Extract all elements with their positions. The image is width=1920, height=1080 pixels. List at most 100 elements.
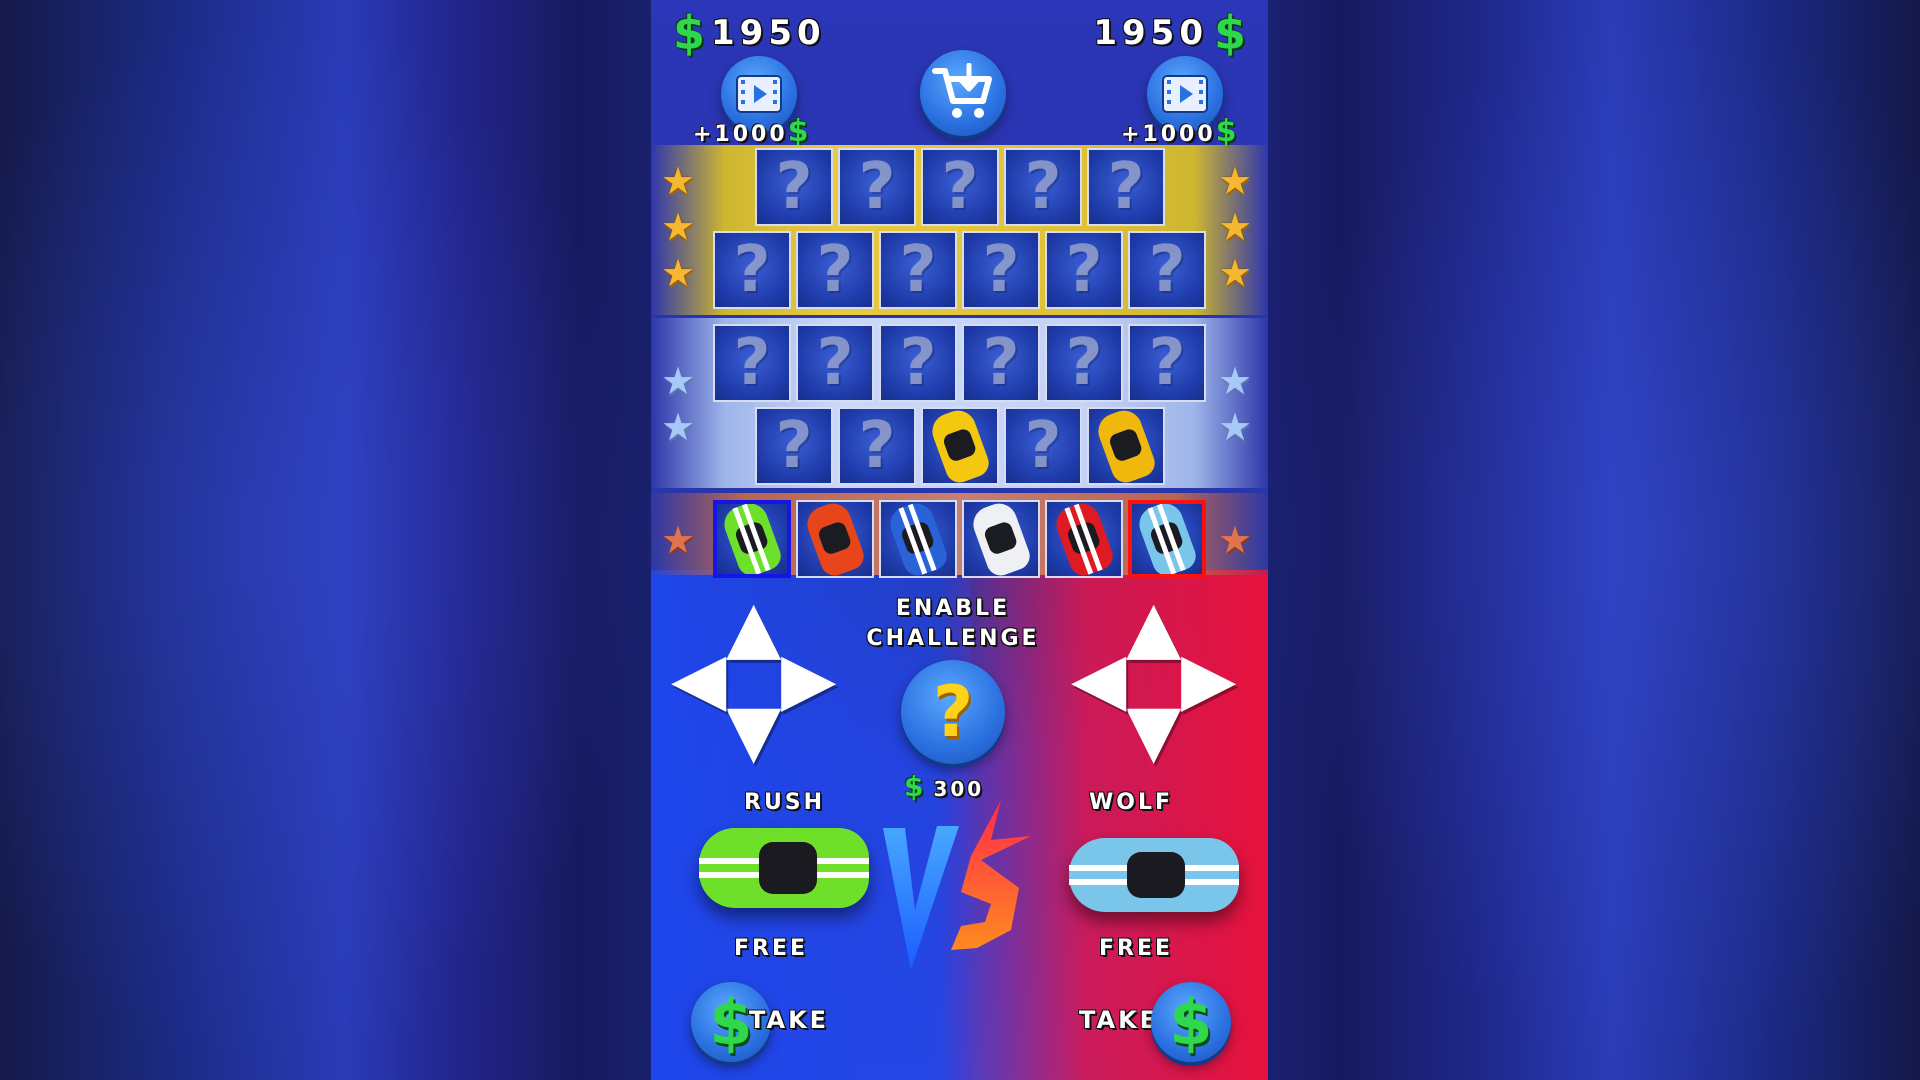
question-mark-icon: ? [733, 233, 771, 307]
gold-star-icon: ★ [1218, 159, 1253, 203]
question-mark-icon: ? [1065, 233, 1103, 307]
question-mark-icon: ? [775, 150, 813, 224]
left-player-name: RUSH [744, 790, 826, 815]
question-mark-icon: ? [982, 326, 1020, 400]
car-slot-white[interactable] [962, 500, 1040, 578]
question-mark-icon: ? [1024, 150, 1062, 224]
car-slot-green-selected-left[interactable] [713, 500, 791, 578]
question-mark-icon: ? [899, 233, 937, 307]
challenge-label-line2: CHALLENGE [866, 626, 1040, 651]
car-slot-locked[interactable]: ? [1128, 231, 1206, 309]
dollar-icon: $ [709, 985, 753, 1059]
lightblue-car-icon [1134, 504, 1200, 574]
car-slot-locked[interactable]: ? [838, 148, 916, 226]
vs-emblem: VS [881, 800, 1031, 970]
left-bank: $ 1950 [673, 6, 826, 60]
question-mark-icon: ? [1024, 409, 1062, 483]
car-slot-locked[interactable]: ? [1004, 407, 1082, 485]
question-mark-icon: ? [941, 150, 979, 224]
challenge-label: ENABLE CHALLENGE [853, 594, 1053, 654]
right-player-car[interactable] [1069, 838, 1239, 912]
arrow-down-icon[interactable]: ▼ [726, 694, 781, 766]
right-ad-bonus: +1000$ [1121, 114, 1237, 149]
car-slot-locked[interactable]: ? [713, 324, 791, 402]
gold-star-icon: ★ [661, 159, 696, 203]
video-icon [736, 75, 782, 113]
car-slot-locked[interactable]: ? [1045, 324, 1123, 402]
question-mark-icon: ? [1065, 326, 1103, 400]
car-slot-yellow[interactable] [1087, 407, 1165, 485]
dollar-icon: $ [1213, 6, 1246, 60]
game-screen: $ 1950 1950 $ +1000$ +1000$ ★ ★ ★ ★ ★ ★ … [651, 0, 1268, 1080]
take-button-right-icon-wrap[interactable]: $ [1151, 982, 1231, 1062]
car-slot-lightblue-selected-right[interactable] [1128, 500, 1206, 578]
cart-download-icon [932, 63, 992, 118]
orange-car-icon [802, 502, 868, 576]
challenge-cost: $ 300 [904, 770, 984, 803]
right-dpad[interactable]: ▲ ▼ ◀ ▶ [1071, 590, 1251, 770]
right-ad-bonus-value: +1000 [1121, 122, 1216, 147]
question-mark-icon: ? [816, 326, 854, 400]
car-slot-locked[interactable]: ? [879, 231, 957, 309]
left-bank-value: 1950 [711, 13, 826, 53]
car-slot-locked[interactable]: ? [713, 231, 791, 309]
right-bank: 1950 $ [1093, 6, 1246, 60]
arrow-up-icon[interactable]: ▲ [726, 590, 781, 662]
enable-challenge-button[interactable]: ? [901, 660, 1005, 764]
vs-label: VS [881, 800, 883, 801]
silver-star-icon: ★ [1218, 405, 1253, 449]
yellow-car-icon [927, 409, 993, 483]
car-slot-orange[interactable] [796, 500, 874, 578]
background-right [1270, 0, 1920, 1080]
arrow-right-icon[interactable]: ▶ [781, 642, 836, 714]
arrow-left-icon[interactable]: ◀ [671, 642, 726, 714]
gold-star-icon: ★ [1218, 205, 1253, 249]
gold-star-icon: ★ [661, 251, 696, 295]
shop-button[interactable] [920, 50, 1006, 136]
right-player-name: WOLF [1089, 790, 1174, 815]
car-slot-locked[interactable]: ? [1004, 148, 1082, 226]
car-slot-locked[interactable]: ? [962, 231, 1040, 309]
challenge-label-line1: ENABLE [895, 596, 1011, 621]
car-slot-blue[interactable] [879, 500, 957, 578]
car-slot-locked[interactable]: ? [962, 324, 1040, 402]
question-mark-icon: ? [816, 233, 854, 307]
car-slot-locked[interactable]: ? [796, 231, 874, 309]
silver-star-icon: ★ [661, 405, 696, 449]
left-ad-bonus-value: +1000 [693, 122, 788, 147]
challenge-cost-value: 300 [933, 777, 985, 801]
arrow-down-icon[interactable]: ▼ [1126, 694, 1181, 766]
take-button-left[interactable]: TAKE [749, 1006, 829, 1034]
car-slot-locked[interactable]: ? [1045, 231, 1123, 309]
car-slot-locked[interactable]: ? [879, 324, 957, 402]
car-slot-locked[interactable]: ? [755, 148, 833, 226]
left-ad-bonus: +1000$ [693, 114, 809, 149]
background-left [0, 0, 650, 1080]
dollar-icon: $ [904, 770, 924, 803]
question-mark-icon: ? [932, 671, 974, 753]
right-bank-value: 1950 [1093, 13, 1208, 53]
arrow-right-icon[interactable]: ▶ [1181, 642, 1236, 714]
car-slot-yellow[interactable] [921, 407, 999, 485]
question-mark-icon: ? [858, 409, 896, 483]
white-car-icon [968, 502, 1034, 576]
car-slot-locked[interactable]: ? [921, 148, 999, 226]
car-slot-locked[interactable]: ? [796, 324, 874, 402]
question-mark-icon: ? [733, 326, 771, 400]
car-slot-locked[interactable]: ? [1087, 148, 1165, 226]
arrow-up-icon[interactable]: ▲ [1126, 590, 1181, 662]
dollar-icon: $ [787, 114, 809, 149]
car-slot-locked[interactable]: ? [1128, 324, 1206, 402]
left-player-car[interactable] [699, 828, 869, 908]
dollar-icon: $ [1169, 985, 1213, 1059]
question-mark-icon: ? [982, 233, 1020, 307]
left-dpad[interactable]: ▲ ▼ ◀ ▶ [671, 590, 851, 770]
car-slot-locked[interactable]: ? [755, 407, 833, 485]
blue-car-icon [885, 502, 951, 576]
car-slot-locked[interactable]: ? [838, 407, 916, 485]
arrow-left-icon[interactable]: ◀ [1071, 642, 1126, 714]
question-mark-icon: ? [899, 326, 937, 400]
car-slot-red[interactable] [1045, 500, 1123, 578]
take-button-right[interactable]: TAKE [1079, 1006, 1159, 1034]
left-price-label: FREE [734, 936, 809, 961]
